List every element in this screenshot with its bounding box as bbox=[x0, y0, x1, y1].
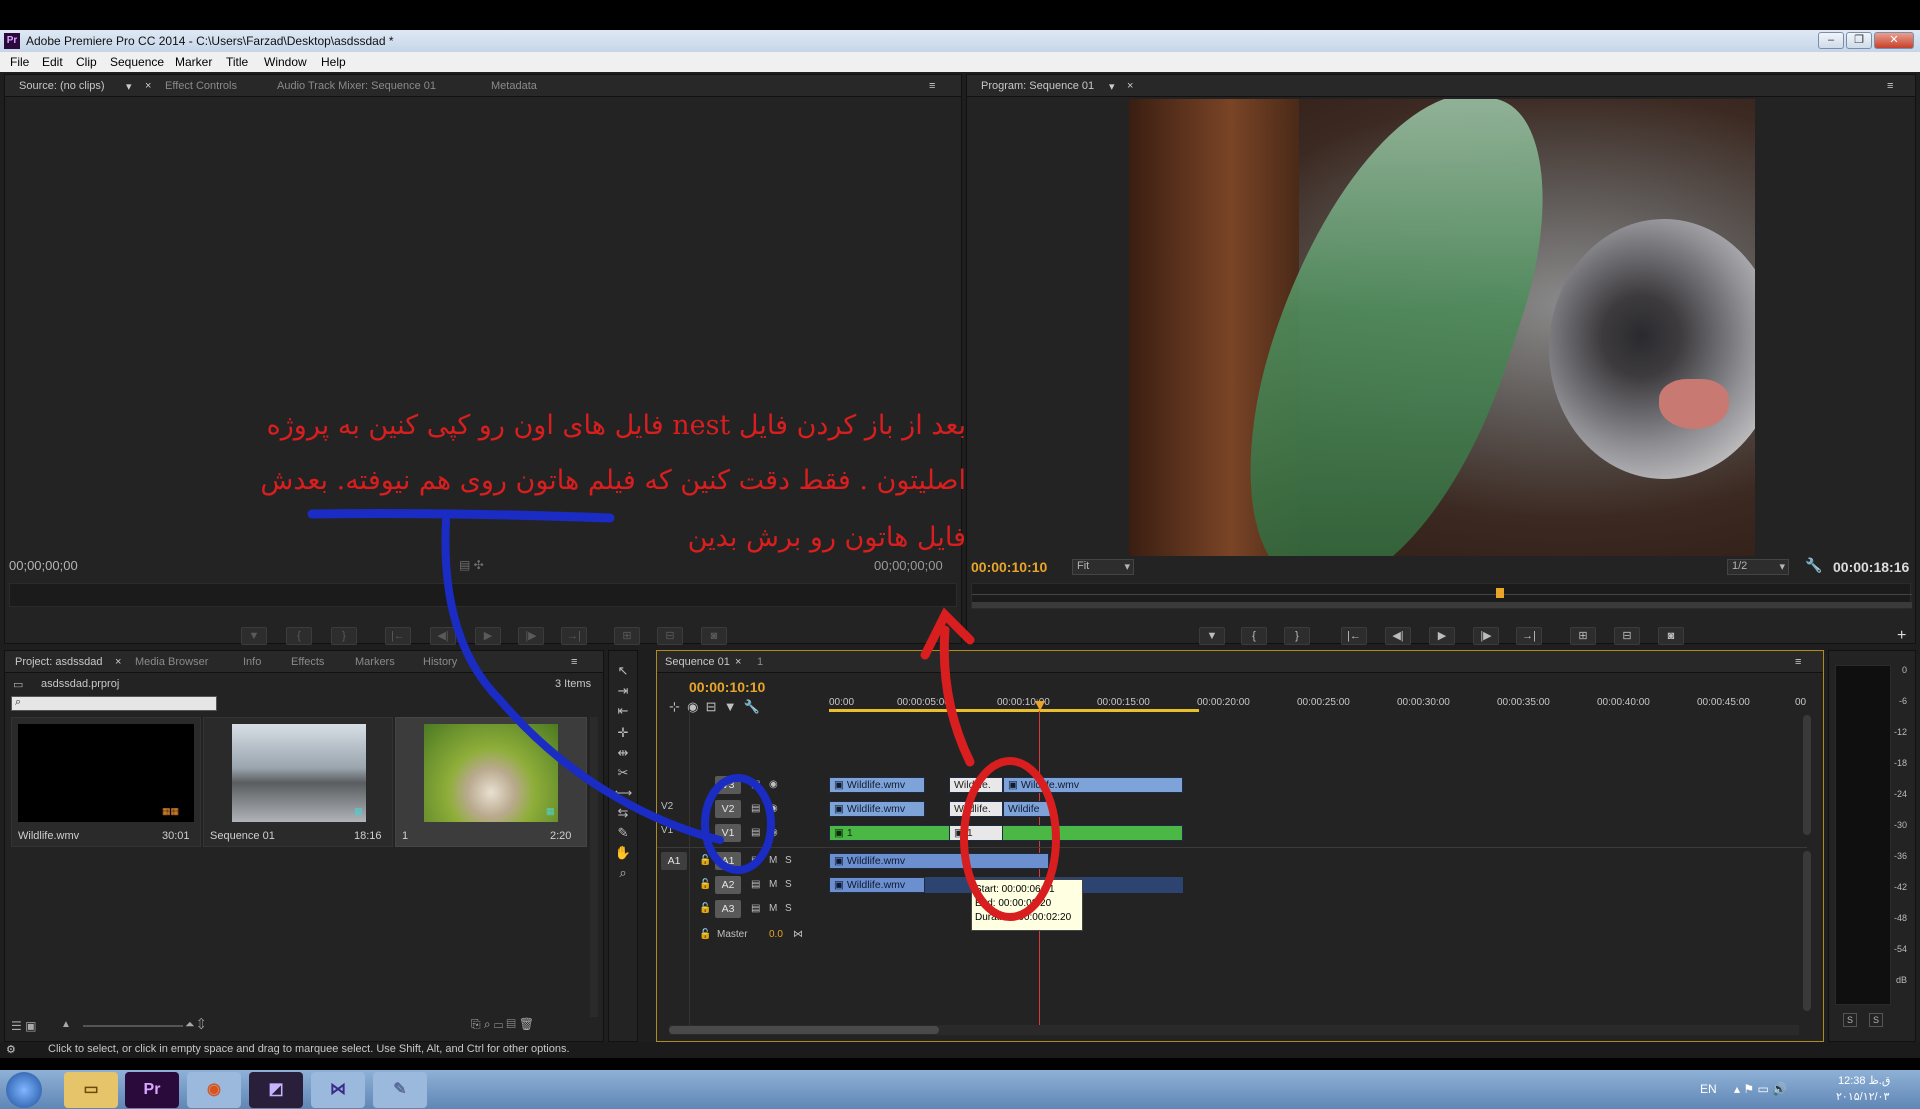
windows-start-button[interactable] bbox=[6, 1072, 42, 1108]
clock-date[interactable]: ۲۰۱۵/۱۲/۰۳ bbox=[1836, 1090, 1889, 1103]
windows-taskbar: ▭ Pr ◉ ◩ ⋈ ✎ EN ▴ ⚑ ▭ 🔊 12:38 ق.ظ ۲۰۱۵/۱… bbox=[0, 1070, 1920, 1109]
red-circle-stroke bbox=[960, 757, 1060, 921]
clock-time[interactable]: 12:38 ق.ظ bbox=[1838, 1074, 1890, 1087]
media-encoder-taskbar-icon[interactable]: ◩ bbox=[249, 1072, 303, 1108]
blue-underline-stroke bbox=[307, 509, 615, 523]
visual-studio-taskbar-icon[interactable]: ⋈ bbox=[311, 1072, 365, 1108]
red-arrow-stroke bbox=[939, 625, 975, 767]
blue-arrow-stroke bbox=[441, 516, 724, 844]
explorer-taskbar-icon[interactable]: ▭ bbox=[64, 1072, 118, 1108]
paint-taskbar-icon[interactable]: ✎ bbox=[373, 1072, 427, 1108]
language-indicator[interactable]: EN bbox=[1700, 1082, 1717, 1096]
blue-circle-stroke bbox=[701, 774, 775, 874]
annotation-drawings bbox=[307, 509, 1060, 921]
premiere-taskbar-icon[interactable]: Pr bbox=[125, 1072, 179, 1108]
firefox-taskbar-icon[interactable]: ◉ bbox=[187, 1072, 241, 1108]
tray-icons[interactable]: ▴ ⚑ ▭ 🔊 bbox=[1734, 1082, 1787, 1096]
